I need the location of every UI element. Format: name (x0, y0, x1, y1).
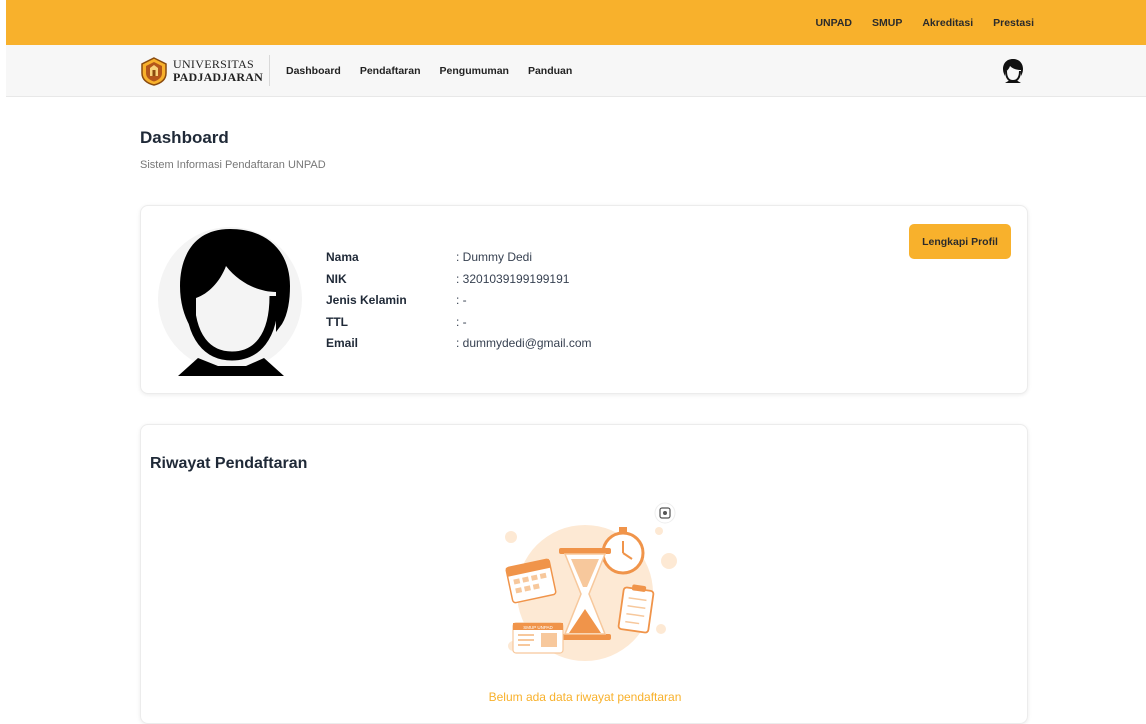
field-value: : - (456, 293, 467, 307)
nav-item-pengumuman[interactable]: Pengumuman (440, 65, 509, 77)
complete-profile-button[interactable]: Lengkapi Profil (909, 224, 1011, 259)
profile-row-jenis-kelamin: Jenis Kelamin : - (326, 293, 592, 315)
empty-history-message: Belum ada data riwayat pendaftaran (488, 690, 682, 704)
brand-name: UNIVERSITAS PADJADJARAN (173, 58, 263, 84)
history-card: Riwayat Pendaftaran SMUP UNPAD Belum ada… (140, 424, 1028, 724)
top-link-akreditasi[interactable]: Akreditasi (922, 17, 973, 29)
profile-avatar-icon (158, 227, 302, 376)
profile-info: Nama : Dummy Dedi NIK : 3201039199199191… (326, 250, 592, 358)
top-bar: UNPAD SMUP Akreditasi Prestasi (6, 0, 1146, 45)
profile-row-ttl: TTL : - (326, 315, 592, 337)
page-subtitle: Sistem Informasi Pendaftaran UNPAD (140, 159, 326, 171)
top-links: UNPAD SMUP Akreditasi Prestasi (815, 0, 1034, 45)
top-link-unpad[interactable]: UNPAD (815, 17, 852, 29)
profile-row-email: Email : dummydedi@gmail.com (326, 336, 592, 358)
field-label: Email (326, 336, 359, 350)
main-navbar: UNIVERSITAS PADJADJARAN Dashboard Pendaf… (6, 45, 1146, 97)
brand[interactable]: UNIVERSITAS PADJADJARAN (139, 56, 263, 86)
field-value: : 3201039199199191 (456, 271, 570, 286)
field-value: : dummydedi@gmail.com (456, 336, 592, 350)
history-title: Riwayat Pendaftaran (150, 455, 308, 472)
page-title: Dashboard (140, 128, 229, 147)
user-avatar-icon[interactable] (1002, 58, 1024, 84)
field-value: : - (456, 314, 467, 329)
nav-item-pendaftaran[interactable]: Pendaftaran (360, 65, 421, 77)
field-label: Jenis Kelamin (326, 293, 407, 307)
unpad-logo-icon (141, 57, 167, 86)
field-label: NIK (326, 271, 347, 286)
nav-divider (269, 55, 270, 86)
nav-menu: Dashboard Pendaftaran Pengumuman Panduan (286, 45, 572, 97)
hourglass-calendar-illustration: SMUP UNPAD (505, 502, 677, 661)
profile-card: Nama : Dummy Dedi NIK : 3201039199199191… (140, 205, 1028, 394)
profile-row-nama: Nama : Dummy Dedi (326, 250, 592, 272)
field-value: : Dummy Dedi (456, 250, 533, 264)
top-link-smup[interactable]: SMUP (872, 17, 902, 29)
nav-item-panduan[interactable]: Panduan (528, 65, 572, 77)
page-edge (0, 0, 6, 706)
field-label: TTL (326, 314, 348, 329)
top-link-prestasi[interactable]: Prestasi (993, 17, 1034, 29)
nav-item-dashboard[interactable]: Dashboard (286, 65, 341, 77)
brand-line-2: PADJADJARAN (173, 70, 263, 84)
profile-row-nik: NIK : 3201039199199191 (326, 272, 592, 294)
id-card-label: SMUP UNPAD (523, 625, 553, 630)
field-label: Nama (326, 250, 359, 264)
